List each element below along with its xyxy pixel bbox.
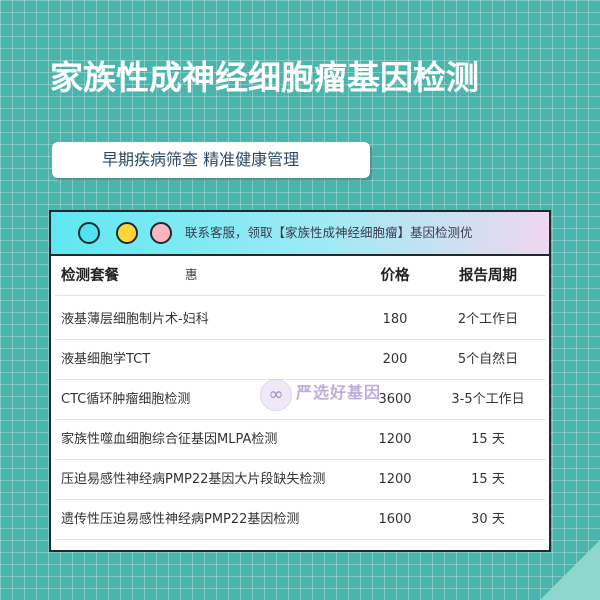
package-period: 5个自然日 — [457, 352, 519, 367]
package-name: CTC循环肿瘤细胞检测 — [61, 392, 191, 407]
package-period: 30 天 — [471, 512, 505, 527]
package-price: 200 — [382, 352, 408, 367]
promo-notice: 联系客服，领取【家族性成神经细胞瘤】基因检测优 — [185, 225, 473, 240]
package-name: 家族性噬血细胞综合征基因MLPA检测 — [61, 432, 278, 447]
header-period: 报告周期 — [459, 268, 517, 284]
table-header-row: 检测套餐 价格 报告周期 — [55, 256, 545, 296]
package-period: 15 天 — [471, 432, 505, 447]
page-title: 家族性成神经细胞瘤基因检测 — [50, 58, 479, 97]
subtitle-banner: 早期疾病筛查 精准健康管理 — [52, 142, 370, 178]
table-row: 家族性噬血细胞综合征基因MLPA检测 1200 15 天 — [55, 420, 545, 460]
table-row: 液基薄层细胞制片术-妇科 180 2个工作日 — [55, 300, 545, 340]
header-price: 价格 — [380, 268, 410, 284]
table-row: 遗传性压迫易感性神经病PMP22基因检测 1600 30 天 — [55, 500, 545, 540]
table-row: 压迫易感性神经病PMP22基因大片段缺失检测 1200 15 天 — [55, 460, 545, 500]
promo-notice-tail: 惠 — [185, 267, 198, 282]
package-name: 压迫易感性神经病PMP22基因大片段缺失检测 — [61, 472, 326, 487]
package-period: 3-5个工作日 — [451, 392, 525, 407]
subtitle-text: 早期疾病筛查 精准健康管理 — [102, 150, 300, 169]
package-price: 180 — [382, 312, 408, 327]
table-row: 液基细胞学TCT 200 5个自然日 — [55, 340, 545, 380]
corner-decoration — [540, 540, 600, 600]
panel-header-bar: 联系客服，领取【家族性成神经细胞瘤】基因检测优 — [51, 212, 549, 256]
cyan-dot-icon — [78, 222, 100, 244]
yellow-dot-icon — [116, 222, 138, 244]
pink-dot-icon — [150, 222, 172, 244]
brand-watermark: 严选好基因 — [260, 377, 400, 413]
package-price: 1200 — [378, 432, 412, 447]
package-name: 液基薄层细胞制片术-妇科 — [61, 312, 209, 327]
package-name: 液基细胞学TCT — [61, 352, 151, 367]
package-period: 2个工作日 — [457, 312, 519, 327]
package-name: 遗传性压迫易感性神经病PMP22基因检测 — [61, 512, 300, 527]
watermark-text: 严选好基因 — [296, 383, 382, 402]
package-price: 1600 — [378, 512, 412, 527]
header-name: 检测套餐 — [61, 268, 119, 284]
package-price: 1200 — [378, 472, 412, 487]
package-period: 15 天 — [471, 472, 505, 487]
brand-logo-icon — [260, 379, 292, 411]
